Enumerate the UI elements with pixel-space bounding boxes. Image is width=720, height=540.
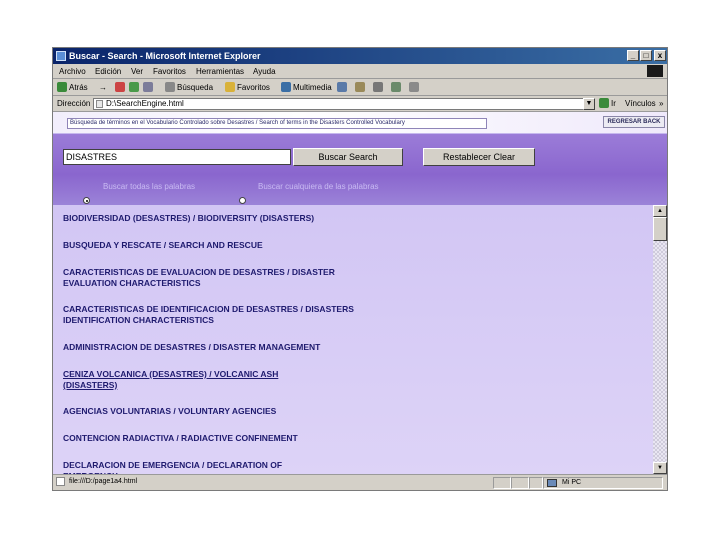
menu-archivo[interactable]: Archivo — [59, 64, 86, 79]
magnifier-icon — [165, 82, 175, 92]
history-icon[interactable] — [337, 79, 349, 96]
chevron-right-icon[interactable]: » — [659, 96, 663, 112]
page-content: Búsqueda de términos en el Vocabulario C… — [53, 112, 667, 474]
status-zone: Mi PC — [543, 477, 663, 489]
menu-favoritos[interactable]: Favoritos — [153, 64, 186, 79]
go-button[interactable]: Ir — [599, 96, 616, 112]
minimize-button[interactable]: _ — [627, 50, 639, 61]
vertical-scrollbar[interactable]: ▲ ▼ — [653, 205, 667, 474]
zone-label: Mi PC — [562, 479, 582, 486]
result-link[interactable]: BUSQUEDA Y RESCATE / SEARCH AND RESCUE — [63, 240, 563, 251]
result-link[interactable]: CARACTERISTICAS DE EVALUACION DE DESASTR… — [63, 267, 353, 289]
forward-button[interactable]: → — [99, 79, 107, 96]
media-icon — [281, 82, 291, 92]
title-bar[interactable]: Buscar - Search - Microsoft Internet Exp… — [53, 48, 667, 64]
radio-all-words-label: Buscar todas las palabras — [103, 182, 196, 191]
radio-any-word[interactable] — [239, 197, 246, 204]
discuss-icon[interactable] — [409, 79, 421, 96]
result-link[interactable]: CONTENCION RADIACTIVA / RADIACTIVE CONFI… — [63, 433, 563, 444]
status-bar: file:///D:/page1a4.html Mi PC — [53, 474, 667, 490]
mail-icon[interactable] — [355, 79, 367, 96]
maximize-button[interactable]: □ — [640, 50, 652, 61]
radio-all-words[interactable] — [83, 197, 90, 204]
status-cell — [511, 477, 529, 489]
close-button[interactable]: x — [654, 50, 666, 61]
page-header: Búsqueda de términos en el Vocabulario C… — [53, 112, 667, 134]
toolbar: Atrás → Búsqueda Favoritos Multimedia — [53, 79, 667, 96]
windows-logo-icon — [647, 65, 663, 77]
menu-herramientas[interactable]: Herramientas — [196, 64, 244, 79]
scroll-up-icon[interactable]: ▲ — [653, 205, 667, 217]
menu-bar: Archivo Edición Ver Favoritos Herramient… — [53, 64, 667, 79]
return-back-button[interactable]: REGRESAR BACK — [603, 116, 665, 128]
stop-icon[interactable] — [115, 79, 127, 96]
page-title: Búsqueda de términos en el Vocabulario C… — [67, 118, 487, 129]
links-button[interactable]: Vínculos — [625, 96, 656, 112]
menu-ver[interactable]: Ver — [131, 64, 143, 79]
address-bar: Dirección D:\SearchEngine.html ▼ Ir Vínc… — [53, 96, 667, 112]
multimedia-button[interactable]: Multimedia — [281, 79, 332, 96]
results-list: BIODIVERSIDAD (DESASTRES) / BIODIVERSITY… — [53, 205, 653, 474]
search-form: DISASTRES Buscar Search Restablecer Clea… — [53, 134, 667, 208]
back-button[interactable]: Atrás — [57, 79, 88, 96]
radio-any-word-label: Buscar cualquiera de las palabras — [258, 182, 379, 191]
star-icon — [225, 82, 235, 92]
favorites-button[interactable]: Favoritos — [225, 79, 270, 96]
address-dropdown-icon[interactable]: ▼ — [583, 98, 595, 110]
menu-edicion[interactable]: Edición — [95, 64, 121, 79]
print-icon[interactable] — [373, 79, 385, 96]
address-input[interactable]: D:\SearchEngine.html — [93, 98, 593, 110]
go-arrow-icon — [599, 98, 609, 108]
refresh-icon[interactable] — [129, 79, 141, 96]
back-arrow-icon — [57, 82, 67, 92]
result-link[interactable]: BIODIVERSIDAD (DESASTRES) / BIODIVERSITY… — [63, 213, 563, 224]
menu-ayuda[interactable]: Ayuda — [253, 64, 276, 79]
window-title: Buscar - Search - Microsoft Internet Exp… — [69, 51, 261, 61]
scroll-down-icon[interactable]: ▼ — [653, 462, 667, 474]
page-icon — [96, 100, 103, 108]
browser-window: Buscar - Search - Microsoft Internet Exp… — [52, 47, 668, 491]
address-label: Dirección — [57, 99, 91, 108]
result-link[interactable]: DECLARACION DE EMERGENCIA / DECLARATION … — [63, 460, 333, 474]
home-icon[interactable] — [143, 79, 155, 96]
status-text: file:///D:/page1a4.html — [69, 478, 138, 485]
edit-icon[interactable] — [391, 79, 403, 96]
result-link[interactable]: AGENCIAS VOLUNTARIAS / VOLUNTARY AGENCIE… — [63, 406, 563, 417]
result-link[interactable]: CARACTERISTICAS DE IDENTIFICACION DE DES… — [63, 304, 363, 326]
search-submit-button[interactable]: Buscar Search — [293, 148, 403, 166]
page-done-icon — [56, 477, 65, 486]
result-link[interactable]: ADMINISTRACION DE DESASTRES / DISASTER M… — [63, 342, 563, 353]
status-cell — [529, 477, 543, 489]
search-input[interactable]: DISASTRES — [63, 149, 291, 165]
reset-button[interactable]: Restablecer Clear — [423, 148, 535, 166]
result-link-hover[interactable]: CENIZA VOLCANICA (DESASTRES) / VOLCANIC … — [63, 369, 327, 391]
ie-icon — [56, 51, 66, 61]
search-button[interactable]: Búsqueda — [165, 79, 213, 96]
status-cell — [493, 477, 511, 489]
scroll-thumb[interactable] — [653, 217, 667, 241]
computer-icon — [547, 479, 557, 487]
